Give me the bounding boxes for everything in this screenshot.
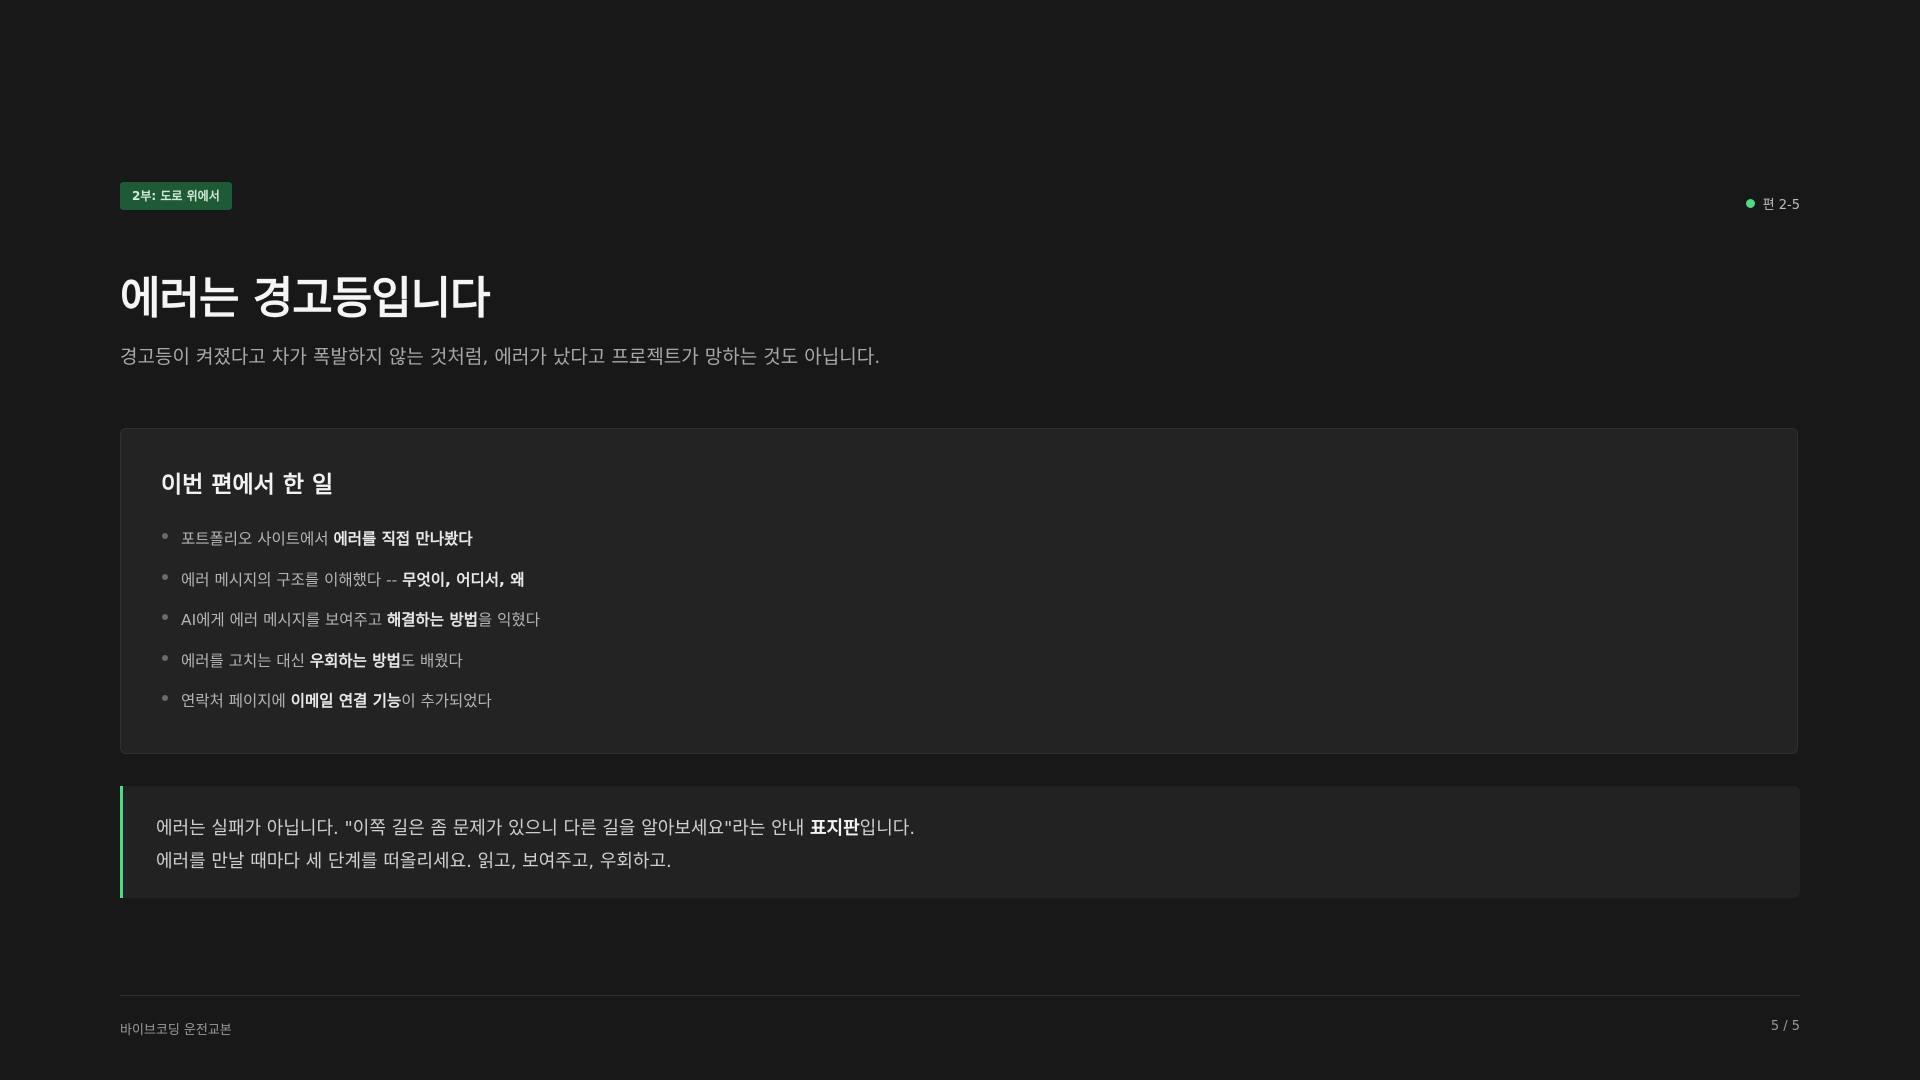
summary-item: AI에게 에러 메시지를 보여주고 해결하는 방법을 익혔다: [161, 608, 540, 649]
page-subtitle: 경고등이 켜졌다고 차가 폭발하지 않는 것처럼, 에러가 났다고 프로젝트가 …: [120, 346, 881, 368]
episode-label: 편 2-5: [1762, 198, 1800, 213]
footer-book-title: 바이브코딩 운전교본: [120, 1023, 232, 1038]
slide: 2부: 도로 위에서 편 2-5 에러는 경고등입니다 경고등이 켜졌다고 차가…: [120, 0, 1800, 1080]
summary-heading: 이번 편에서 한 일: [161, 472, 334, 498]
summary-item: 에러 메시지의 구조를 이해했다 -- 무엇이, 어디서, 왜: [161, 568, 540, 609]
callout-line-1: 에러는 실패가 아닙니다. "이쪽 길은 좀 문제가 있으니 다른 길을 알아보…: [156, 818, 916, 839]
summary-item: 연락처 페이지에 이메일 연결 기능이 추가되었다: [161, 689, 540, 730]
part-badge: 2부: 도로 위에서: [120, 182, 232, 210]
page-indicator: 5 / 5: [1770, 1019, 1800, 1034]
callout-line-2: 에러를 만날 때마다 세 단계를 떠올리세요. 읽고, 보여주고, 우회하고.: [156, 851, 672, 872]
summary-item: 포트폴리오 사이트에서 에러를 직접 만나봤다: [161, 527, 540, 568]
status-dot-icon: [1745, 199, 1755, 208]
footer-divider: [120, 995, 1800, 996]
summary-item: 에러를 고치는 대신 우회하는 방법도 배웠다: [161, 649, 540, 690]
summary-list: 포트폴리오 사이트에서 에러를 직접 만나봤다 에러 메시지의 구조를 이해했다…: [161, 527, 540, 730]
summary-card: 이번 편에서 한 일 포트폴리오 사이트에서 에러를 직접 만나봤다 에러 메시…: [120, 428, 1798, 754]
page-title: 에러는 경고등입니다: [120, 273, 491, 324]
episode-indicator: 편 2-5: [1745, 194, 1800, 213]
key-message-callout: 에러는 실패가 아닙니다. "이쪽 길은 좀 문제가 있으니 다른 길을 알아보…: [120, 786, 1800, 898]
